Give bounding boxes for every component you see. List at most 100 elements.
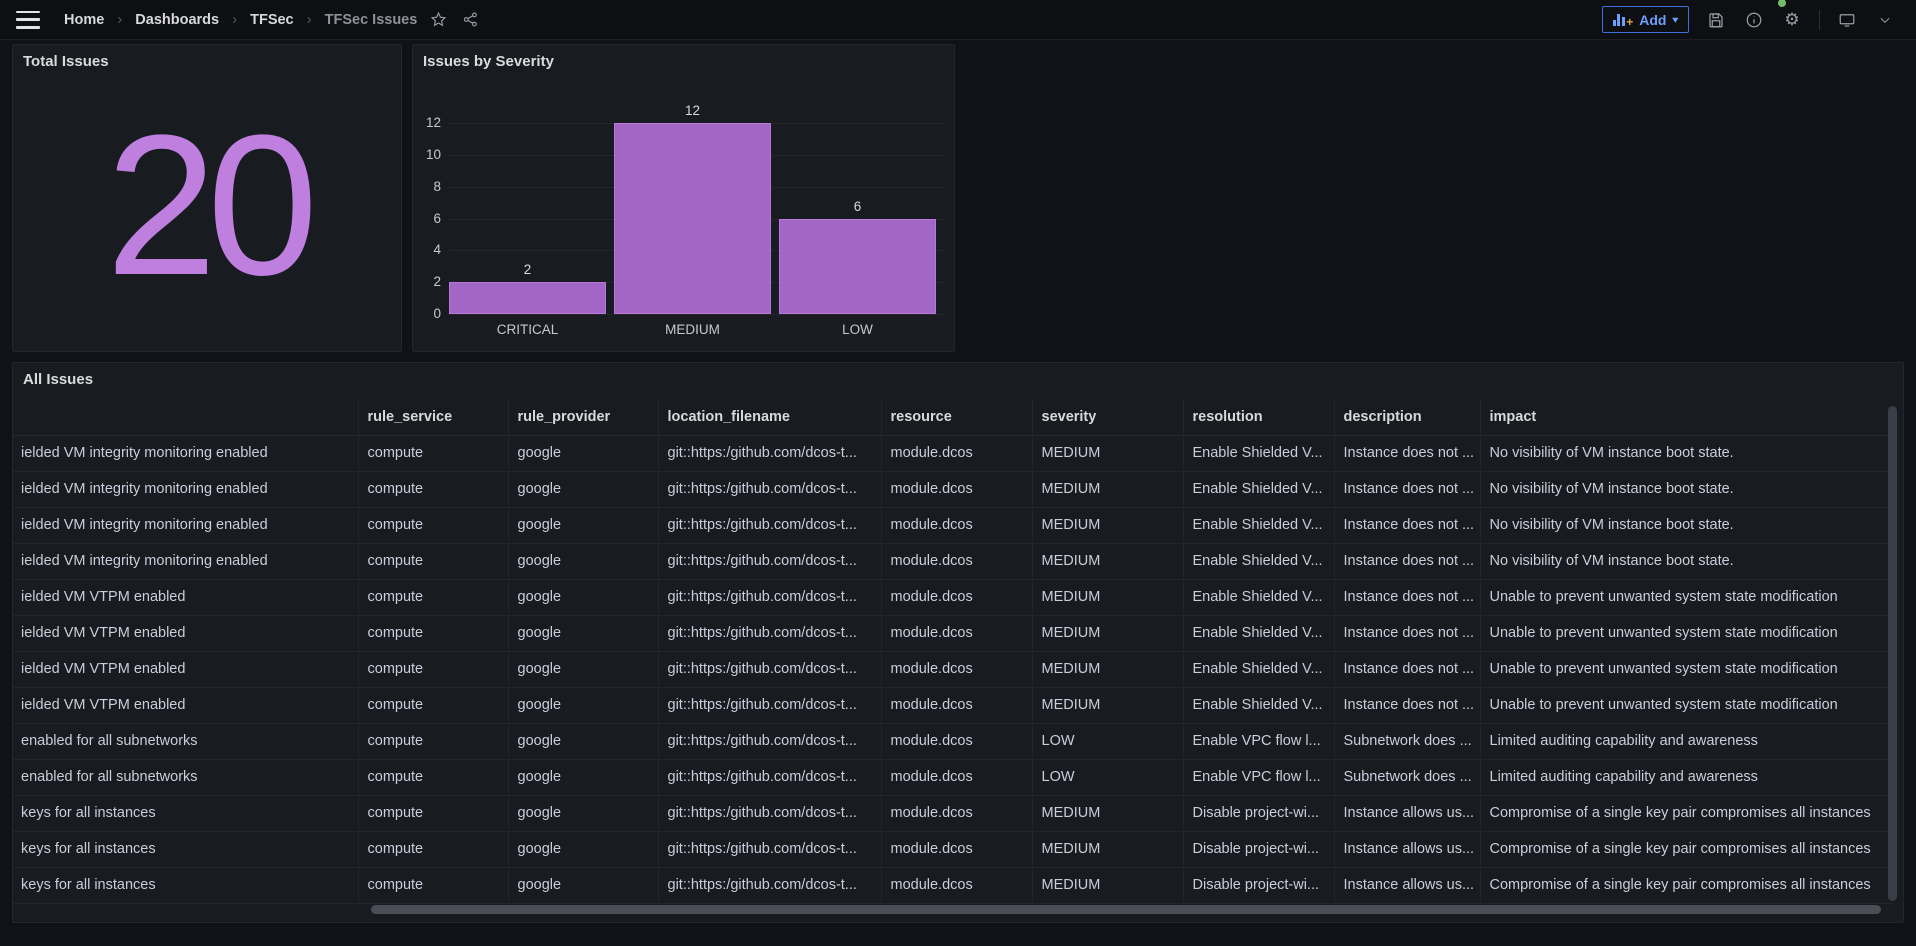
bar-medium[interactable] xyxy=(614,123,771,314)
table-cell: module.dcos xyxy=(881,435,1032,471)
table-row[interactable]: keys for all instancescomputegooglegit::… xyxy=(13,795,1893,831)
bar-critical[interactable] xyxy=(449,282,606,314)
breadcrumb-current-dashboard: TFSec Issues xyxy=(325,12,418,28)
table-cell: Enable Shielded V... xyxy=(1183,687,1334,723)
table-cell: No visibility of VM instance boot state. xyxy=(1480,471,1893,507)
panel-title[interactable]: All Issues xyxy=(23,371,93,388)
table-row[interactable]: enabled for all subnetworkscomputegoogle… xyxy=(13,723,1893,759)
table-row[interactable]: ielded VM VTPM enabledcomputegooglegit::… xyxy=(13,615,1893,651)
column-header[interactable]: description xyxy=(1334,399,1480,435)
table-row[interactable]: ielded VM integrity monitoring enabledco… xyxy=(13,543,1893,579)
column-header[interactable]: rule_service xyxy=(358,399,508,435)
table-cell: Enable VPC flow l... xyxy=(1183,723,1334,759)
bar-low[interactable] xyxy=(779,219,936,315)
table-cell: Subnetwork does ... xyxy=(1334,723,1480,759)
table-cell: google xyxy=(508,687,658,723)
table-cell: keys for all instances xyxy=(13,867,358,903)
table-cell: Instance does not ... xyxy=(1334,651,1480,687)
y-axis-tick: 8 xyxy=(413,179,441,194)
table-cell: compute xyxy=(358,831,508,867)
table-cell: Unable to prevent unwanted system state … xyxy=(1480,579,1893,615)
online-status-dot xyxy=(1778,0,1786,7)
table-cell: Enable Shielded V... xyxy=(1183,435,1334,471)
table-cell: Unable to prevent unwanted system state … xyxy=(1480,615,1893,651)
table-row[interactable]: ielded VM VTPM enabledcomputegooglegit::… xyxy=(13,579,1893,615)
table-cell: google xyxy=(508,435,658,471)
column-header[interactable]: severity xyxy=(1032,399,1183,435)
breadcrumb-home[interactable]: Home xyxy=(64,12,104,28)
column-header[interactable]: rule_provider xyxy=(508,399,658,435)
add-panel-button[interactable]: + Add ▾ xyxy=(1602,6,1689,33)
add-button-label: Add xyxy=(1639,12,1666,28)
table-cell: Unable to prevent unwanted system state … xyxy=(1480,651,1893,687)
y-axis-tick: 0 xyxy=(413,306,441,321)
y-axis-tick: 12 xyxy=(413,115,441,130)
table-row[interactable]: enabled for all subnetworkscomputegoogle… xyxy=(13,759,1893,795)
menu-toggle-icon[interactable] xyxy=(16,11,40,29)
save-dashboard-icon[interactable] xyxy=(1705,9,1727,31)
table-cell: module.dcos xyxy=(881,831,1032,867)
tv-kiosk-icon[interactable] xyxy=(1836,9,1858,31)
settings-gear-icon[interactable]: ⚙ xyxy=(1781,9,1803,31)
table-cell: Instance does not ... xyxy=(1334,471,1480,507)
table-row[interactable]: keys for all instancescomputegooglegit::… xyxy=(13,867,1893,903)
table-cell: MEDIUM xyxy=(1032,867,1183,903)
panel-title[interactable]: Total Issues xyxy=(23,53,109,70)
table-cell: git::https:/github.com/dcos-t... xyxy=(658,759,881,795)
table-row[interactable]: ielded VM integrity monitoring enabledco… xyxy=(13,507,1893,543)
table-cell: compute xyxy=(358,471,508,507)
table-row[interactable]: ielded VM VTPM enabledcomputegooglegit::… xyxy=(13,651,1893,687)
table-cell: git::https:/github.com/dcos-t... xyxy=(658,795,881,831)
table-cell: Instance allows us... xyxy=(1334,867,1480,903)
table-cell: git::https:/github.com/dcos-t... xyxy=(658,615,881,651)
nav-right: + Add ▾ ⚙ xyxy=(1602,6,1916,33)
breadcrumb-folder[interactable]: TFSec xyxy=(250,12,294,28)
info-icon[interactable] xyxy=(1743,9,1765,31)
table-cell: compute xyxy=(358,507,508,543)
table-cell: ielded VM VTPM enabled xyxy=(13,615,358,651)
table-row[interactable]: ielded VM integrity monitoring enabledco… xyxy=(13,471,1893,507)
breadcrumb-separator: › xyxy=(114,11,125,28)
vertical-scrollbar-thumb[interactable] xyxy=(1888,406,1897,901)
panel-title[interactable]: Issues by Severity xyxy=(423,53,554,70)
table-cell: keys for all instances xyxy=(13,831,358,867)
share-icon[interactable] xyxy=(459,9,481,31)
column-header[interactable]: impact xyxy=(1480,399,1893,435)
table-cell: google xyxy=(508,651,658,687)
table-row[interactable]: ielded VM VTPM enabledcomputegooglegit::… xyxy=(13,687,1893,723)
star-icon[interactable] xyxy=(427,9,449,31)
table-cell: ielded VM integrity monitoring enabled xyxy=(13,507,358,543)
breadcrumb-dashboards[interactable]: Dashboards xyxy=(135,12,219,28)
issues-by-severity-panel: Issues by Severity 2 12 6 024681012CRITI… xyxy=(412,44,955,352)
table-cell: git::https:/github.com/dcos-t... xyxy=(658,687,881,723)
column-header[interactable] xyxy=(13,399,358,435)
table-cell: git::https:/github.com/dcos-t... xyxy=(658,579,881,615)
table-cell: ielded VM integrity monitoring enabled xyxy=(13,543,358,579)
table-cell: google xyxy=(508,795,658,831)
table-cell: enabled for all subnetworks xyxy=(13,759,358,795)
table-cell: Compromise of a single key pair compromi… xyxy=(1480,867,1893,903)
table-cell: module.dcos xyxy=(881,759,1032,795)
table-cell: google xyxy=(508,507,658,543)
bar-value-label: 6 xyxy=(779,199,936,214)
table-cell: google xyxy=(508,543,658,579)
table-cell: module.dcos xyxy=(881,507,1032,543)
column-header[interactable]: resolution xyxy=(1183,399,1334,435)
column-header[interactable]: location_filename xyxy=(658,399,881,435)
chevron-down-icon[interactable] xyxy=(1874,9,1896,31)
table-cell: google xyxy=(508,471,658,507)
table-row[interactable]: ielded VM integrity monitoring enabledco… xyxy=(13,435,1893,471)
breadcrumb-separator: › xyxy=(304,11,315,28)
table-cell: MEDIUM xyxy=(1032,471,1183,507)
table-cell: MEDIUM xyxy=(1032,687,1183,723)
table-cell: Instance does not ... xyxy=(1334,615,1480,651)
horizontal-scrollbar-thumb[interactable] xyxy=(371,905,1881,914)
bar-chart-plot: 2 12 6 xyxy=(449,123,944,314)
bar-chart-plus-icon: + xyxy=(1613,14,1634,26)
gridline xyxy=(449,314,944,315)
column-header[interactable]: resource xyxy=(881,399,1032,435)
table-row[interactable]: keys for all instancescomputegooglegit::… xyxy=(13,831,1893,867)
x-axis-label: LOW xyxy=(779,322,936,337)
table-cell: Enable Shielded V... xyxy=(1183,543,1334,579)
y-axis-tick: 6 xyxy=(413,211,441,226)
